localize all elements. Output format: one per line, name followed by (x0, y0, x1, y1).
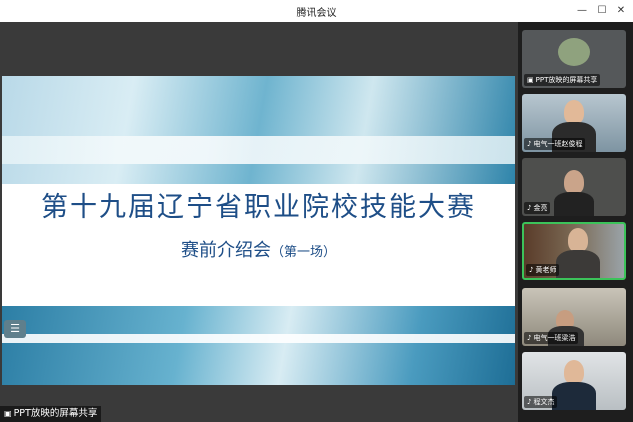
slide-subtitle-main: 赛前介绍会 (180, 240, 271, 261)
screen-share-label: ▣ PPT放映的屏幕共享 (0, 406, 102, 422)
slide-top-band-highlight (2, 136, 515, 164)
share-thumbnail-image (558, 38, 590, 66)
participant-body (554, 192, 594, 216)
screen-share-icon: ▣ (4, 409, 12, 418)
participant-tile[interactable]: ▣ PPT放映的屏幕共享 (522, 30, 626, 88)
participant-name-label: ▣ PPT放映的屏幕共享 (524, 74, 601, 86)
slide-bottom-band-highlight (2, 334, 515, 343)
participant-face (564, 100, 584, 124)
participant-panel: ▣ PPT放映的屏幕共享 ♪ 电气一班赵俊程 ♪ 金亮 ♪ 黄老师 ♪ 电气一班梁浩 ♪ 程… (518, 22, 633, 422)
participant-name-label: ♪ 黄老师 (526, 264, 560, 276)
participant-face (564, 170, 584, 194)
participant-tile-active[interactable]: ♪ 黄老师 (522, 222, 626, 280)
slide-title: 第十九届辽宁省职业院校技能大赛 (41, 192, 476, 223)
mic-icon: ♪ (527, 140, 532, 148)
shared-screen-area: 第十九届辽宁省职业院校技能大赛 赛前介绍会（第一场） ☰ ▣ PPT放映的屏幕共享 (0, 22, 518, 422)
window-title: 腾讯会议 (296, 8, 337, 19)
mic-icon: ♪ (529, 266, 534, 274)
participant-tile[interactable]: ♪ 程文杰 (522, 352, 626, 410)
participant-body (552, 382, 596, 410)
minimize-button[interactable]: — (572, 1, 592, 21)
screen-share-text: PPT放映的屏幕共享 (13, 408, 98, 419)
mic-icon: ♪ (527, 334, 532, 342)
participant-name-label: ♪ 程文杰 (524, 396, 558, 408)
participant-tile[interactable]: ♪ 金亮 (522, 158, 626, 216)
maximize-button[interactable]: ☐ (592, 1, 612, 21)
participant-body (556, 250, 600, 278)
participant-name-label: ♪ 电气一班梁浩 (524, 332, 579, 344)
slide-bottom-band (2, 306, 515, 385)
participant-face (568, 228, 588, 252)
slide-subtitle-note: （第一场） (270, 245, 336, 260)
close-button[interactable]: ✕ (611, 1, 631, 21)
presentation-slide: 第十九届辽宁省职业院校技能大赛 赛前介绍会（第一场） (2, 76, 515, 385)
participant-tile[interactable]: ♪ 电气一班赵俊程 (522, 94, 626, 152)
slide-top-band (2, 76, 515, 184)
participant-face (564, 360, 584, 384)
mic-icon: ♪ (527, 398, 532, 406)
participant-name-label: ♪ 金亮 (524, 202, 551, 214)
title-bar: 腾讯会议 — ☐ ✕ (0, 0, 633, 22)
screen-share-icon: ▣ (527, 76, 534, 84)
mic-icon: ♪ (527, 204, 532, 212)
participant-tile[interactable]: ♪ 电气一班梁浩 (522, 288, 626, 346)
slide-subtitle: 赛前介绍会（第一场） (2, 236, 515, 262)
participant-name-label: ♪ 电气一班赵俊程 (524, 138, 586, 150)
list-menu-icon[interactable]: ☰ (4, 320, 26, 338)
